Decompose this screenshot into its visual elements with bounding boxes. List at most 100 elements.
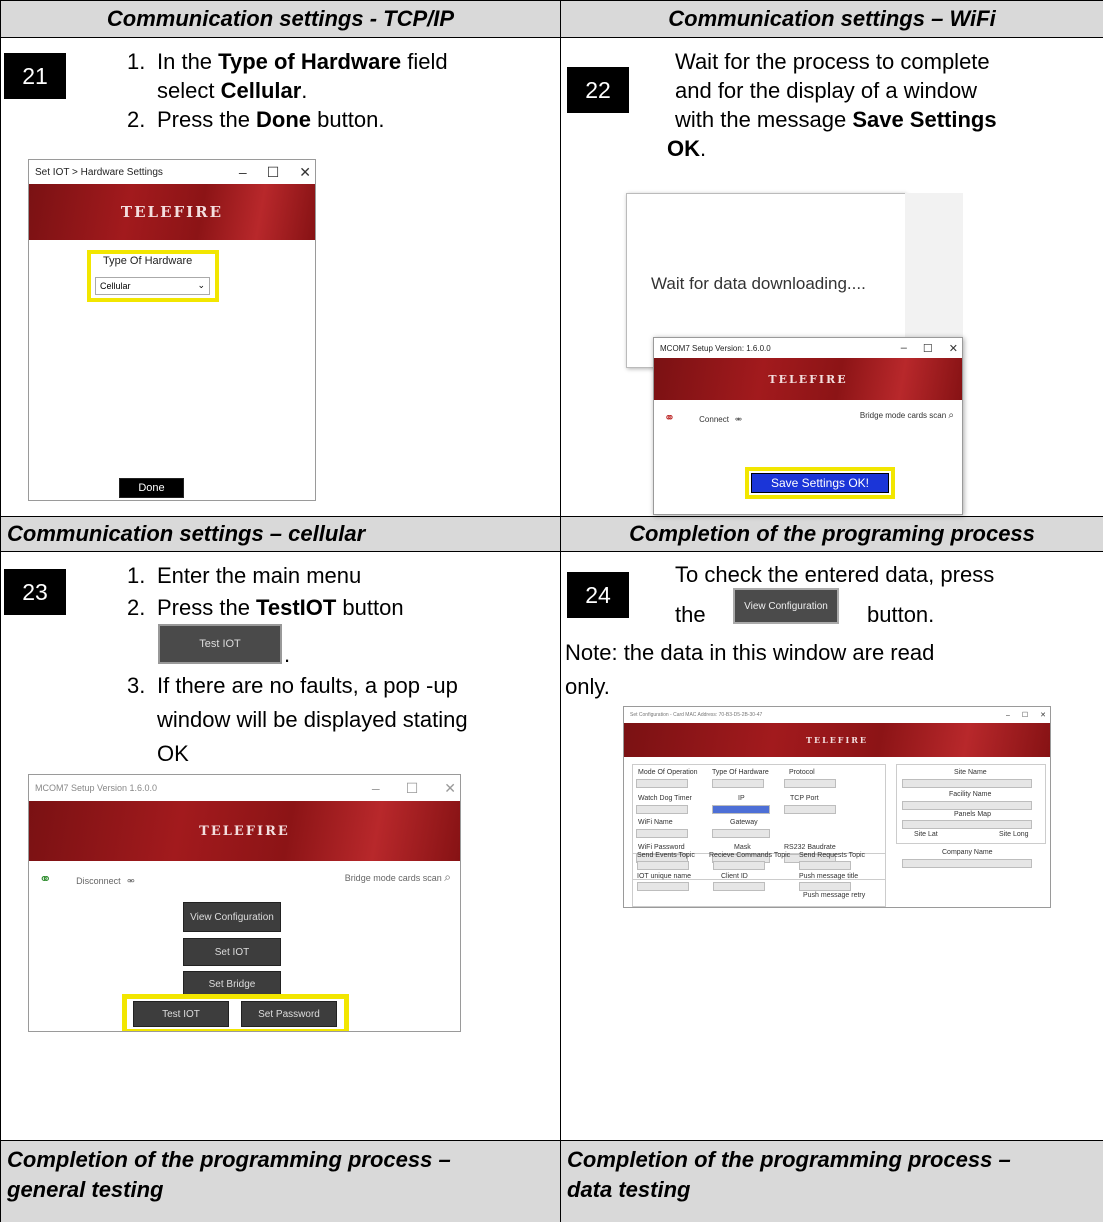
test-iot-button[interactable]: Test IOT [133,1001,229,1027]
minimize-icon[interactable]: – [901,342,907,354]
view-configuration-button-sample[interactable]: View Configuration [733,588,839,624]
instruction-item: 1. In the Type of Hardware field select Ce… [127,47,557,105]
port-field [784,805,836,814]
button-label: Test IOT [162,1008,200,1020]
bridge-scan[interactable]: Bridge mode cards scan ⌕ [345,870,451,885]
hardware-label: Type Of Hardware [712,769,769,776]
close-icon[interactable]: ✕ [949,342,958,355]
header-cellular: Communication settings – cellular [1,517,560,551]
text: button. [311,107,385,132]
mcom7-window: MCOM7 Setup Version: 1.6.0.0 – ☐ ✕ TELEFIR… [653,337,963,515]
step-21-num: 21 [22,62,48,89]
send-events-field [637,861,689,870]
receive-commands-field [713,861,765,870]
trailing-dot: . [284,642,291,667]
step-23-instruction-3: 3. If there are no faults, a pop -up windo… [127,669,557,771]
step-number-21: 21 [4,53,66,99]
step-23-num: 23 [22,578,48,605]
site-name-label: Site Name [954,769,987,776]
set-password-button[interactable]: Set Password [241,1001,337,1027]
facility-name-label: Facility Name [949,791,992,798]
text: field [401,49,448,74]
header-completion: Completion of the programing process [561,517,1103,551]
brand-banner: TELEFIRE [654,358,962,400]
maximize-icon[interactable]: ☐ [923,342,933,355]
text: If there are no faults, a pop -up [157,673,458,698]
text: Press the [157,107,257,132]
text: . [700,136,707,161]
set-iot-button[interactable]: Set IOT [183,938,281,966]
iot-name-label: IOT unique name [637,873,691,880]
close-icon[interactable]: ✕ [444,780,456,797]
window-title: Set Configuration - Card MAC Address: 70… [630,712,763,718]
text-line: with the message Save Settings [675,105,1100,134]
header-data-testing: Completion of the programming process – … [561,1141,1103,1222]
step-22-text: Wait for the process to complete and for… [667,47,1100,163]
instruction-item: 2. Press the TestIOT button [127,593,557,622]
header-wifi: Communication settings – WiFi [561,1,1103,37]
window-titlebar: Set Configuration - Card MAC Address: 70… [624,707,1050,723]
grid-line [0,551,1103,552]
ip-label: IP [738,795,745,802]
done-button-label: Done [138,482,165,494]
window-title: Set IOT > Hardware Settings [35,166,163,178]
site-name-field [902,779,1032,788]
header-general-testing: Completion of the programming process – … [1,1141,560,1222]
step-23-instructions: 1. Enter the main menu 2. Press the TestIO… [127,561,557,622]
protocol-label: Protocol [789,769,815,776]
done-button[interactable]: Done [119,478,184,498]
view-configuration-button[interactable]: View Configuration [183,902,281,932]
search-icon: ⌕ [444,870,451,884]
company-name-field [902,859,1032,868]
minimize-icon[interactable]: – [1006,712,1010,719]
hardware-select[interactable]: Cellular ⌄ [95,277,210,295]
header-tcp-text: Communication settings - TCP/IP [106,6,455,31]
minimize-icon[interactable]: – [372,780,380,796]
company-name-label: Company Name [942,849,993,856]
wait-text: Wait for data downloading.... [651,274,866,293]
text-line: only. [565,674,610,699]
text: select [157,78,221,103]
hardware-field [712,779,764,788]
maximize-icon[interactable]: ☐ [406,780,419,797]
text: with the message [675,107,853,132]
header-data-line2: data testing [567,1177,691,1202]
item-number: 2. [127,107,146,132]
instruction-item: 3. If there are no faults, a pop -up windo… [127,669,557,771]
disconnect-row: ⚭ Disconnect ⚮ Bridge mode cards scan ⌕ [39,870,451,888]
disconnect-label[interactable]: Disconnect [76,876,121,886]
text: Enter the main menu [157,563,362,588]
instruction-item: 2. Press the Done button. [127,105,557,134]
mode-field [636,779,688,788]
push-retry-label: Push message retry [803,892,866,899]
hardware-select-value: Cellular [100,281,131,291]
panels-map-field [902,820,1032,829]
chevron-down-icon: ⌄ [197,280,205,290]
save-settings-ok-message: Save Settings OK! [751,473,889,493]
type-of-hardware-label: Type Of Hardware [103,255,193,267]
grid-line [560,0,561,1222]
telefire-logo: TELEFIRE [120,203,224,221]
watchdog-field [636,805,688,814]
close-icon[interactable]: ✕ [299,164,311,181]
send-requests-field [799,861,851,870]
maximize-icon[interactable]: ☐ [1022,711,1028,719]
step-number-23: 23 [4,569,66,615]
test-iot-button-sample[interactable]: Test IOT [158,624,282,664]
view-configuration-label: View Configuration [744,600,828,612]
bridge-scan-label: Bridge mode cards scan [859,411,947,420]
brand-banner: TELEFIRE [624,723,1050,757]
bridge-scan[interactable]: Bridge mode cards scan ⌕ [860,410,954,421]
text-line: and for the display of a window [675,78,978,103]
header-data-line1: Completion of the programming process – [567,1147,1011,1172]
maximize-icon[interactable]: ☐ [267,164,280,181]
text-line: OK. [667,134,1100,163]
text-line: button. [867,602,935,627]
header-general-line1: Completion of the programming process – [7,1147,451,1172]
close-icon[interactable]: ✕ [1040,711,1046,719]
connect-label[interactable]: Connect [699,415,729,424]
header-wifi-text: Communication settings – WiFi [668,6,996,31]
minimize-icon[interactable]: – [239,164,247,180]
bridge-scan-label: Bridge mode cards scan [344,873,442,883]
button-label: View Configuration [190,911,274,923]
